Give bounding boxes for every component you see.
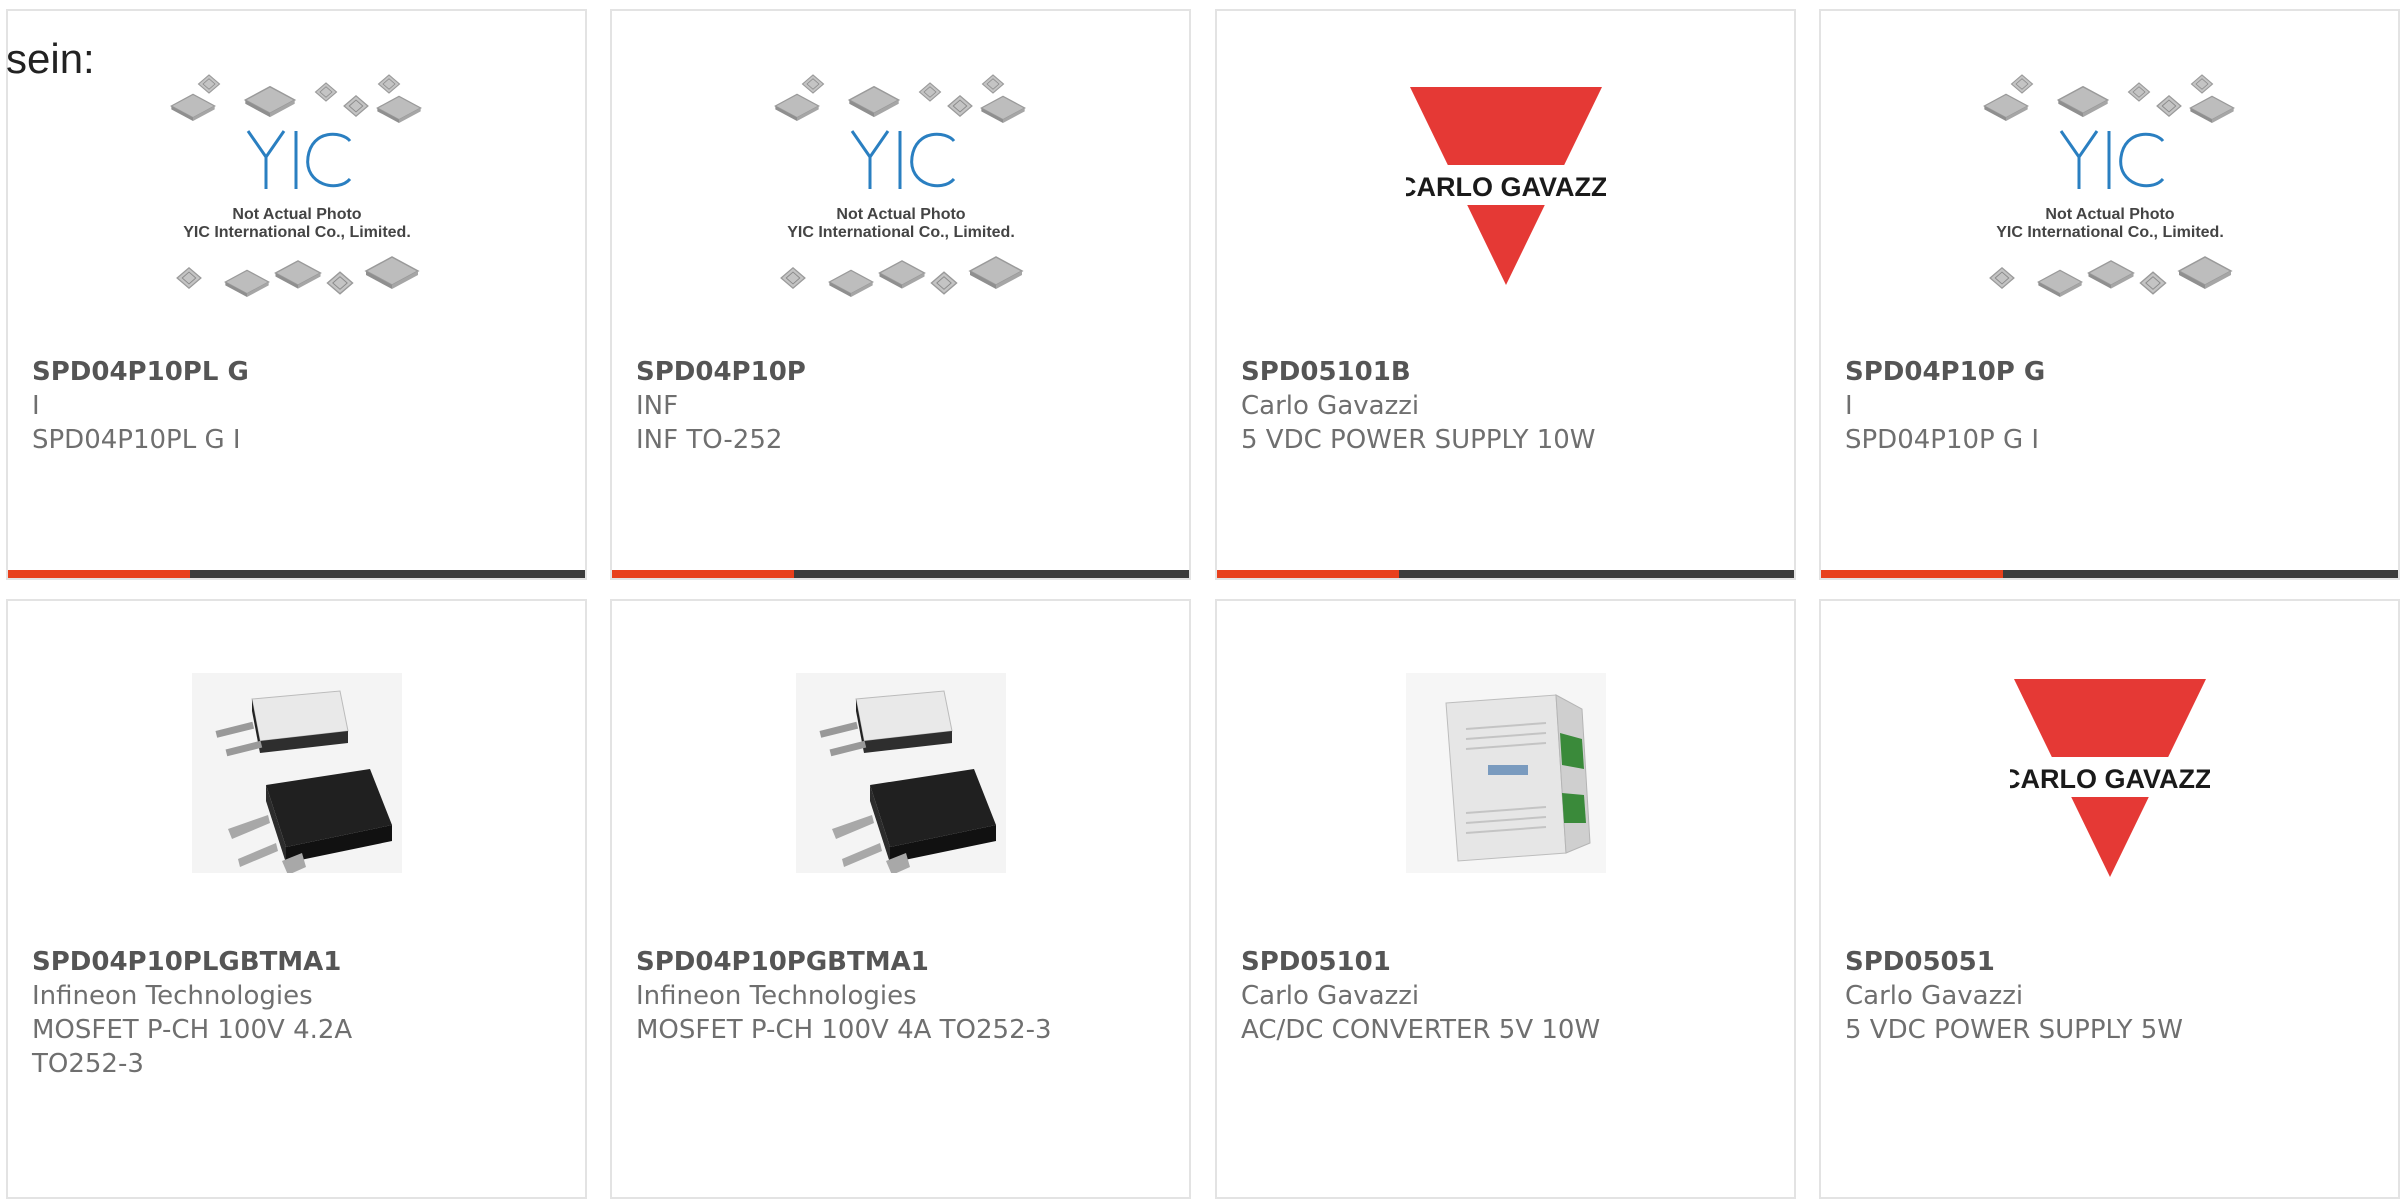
logo-caption: YIC International Co., Limited. <box>183 224 411 241</box>
yic-logo-image: Not Actual Photo YIC International Co., … <box>774 74 1025 298</box>
logo-caption: Not Actual Photo <box>2045 206 2174 223</box>
product-name[interactable]: SPD04P10P <box>636 355 1165 389</box>
product-description: INF TO-252 <box>636 425 783 455</box>
carlo-gavazzi-logo-image: CARLO GAVAZZI <box>2009 679 2210 877</box>
product-card[interactable]: SPD05101 Carlo Gavazzi AC/DC CONVERTER 5… <box>1215 599 1796 1199</box>
carlo-gavazzi-logo-image: CARLO GAVAZZI <box>1405 87 1606 285</box>
logo-wordmark: CARLO GAVAZZI <box>2010 764 2210 794</box>
product-description: MOSFET P-CH 100V 4A TO252-3 <box>636 1015 1052 1045</box>
product-card[interactable]: Not Actual Photo YIC International Co., … <box>1819 9 2400 580</box>
product-card[interactable]: SPD04P10PLGBTMA1 Infineon Technologies M… <box>6 599 587 1199</box>
product-name[interactable]: SPD05051 <box>1845 945 2374 979</box>
product-description: SPD04P10P G I <box>1845 425 2040 455</box>
to252-package-image <box>191 673 402 873</box>
product-image[interactable] <box>1217 673 1794 963</box>
intro-text: sein: <box>6 35 95 82</box>
logo-caption: YIC International Co., Limited. <box>1996 224 2224 241</box>
product-description: SPD04P10PL G I <box>32 425 241 455</box>
product-name[interactable]: SPD05101 <box>1241 945 1770 979</box>
product-description: MOSFET P-CH 100V 4.2A TO252-3 <box>32 1015 353 1079</box>
product-manufacturer: Infineon Technologies <box>32 981 313 1011</box>
product-manufacturer: Carlo Gavazzi <box>1845 981 2024 1011</box>
product-image[interactable]: Not Actual Photo YIC International Co., … <box>8 69 585 359</box>
product-image[interactable]: Not Actual Photo YIC International Co., … <box>1821 69 2398 359</box>
product-manufacturer: I <box>32 391 40 421</box>
product-manufacturer: Carlo Gavazzi <box>1241 981 1420 1011</box>
product-image[interactable] <box>8 673 585 963</box>
product-image[interactable]: CARLO GAVAZZI <box>1821 673 2398 963</box>
logo-caption: YIC International Co., Limited. <box>787 224 1015 241</box>
product-card[interactable]: CARLO GAVAZZI SPD05101B Carlo Gavazzi 5 … <box>1215 9 1796 580</box>
product-description: 5 VDC POWER SUPPLY 5W <box>1845 1015 2183 1045</box>
yic-logo-image: Not Actual Photo YIC International Co., … <box>170 74 421 298</box>
product-image[interactable]: Not Actual Photo YIC International Co., … <box>612 69 1189 359</box>
card-footer-bar <box>1821 570 2398 578</box>
product-card[interactable]: CARLO GAVAZZI SPD05051 Carlo Gavazzi 5 V… <box>1819 599 2400 1199</box>
product-image[interactable]: CARLO GAVAZZI <box>1217 81 1794 371</box>
logo-caption: Not Actual Photo <box>232 206 361 223</box>
logo-caption: Not Actual Photo <box>836 206 965 223</box>
product-card[interactable]: Not Actual Photo YIC International Co., … <box>610 9 1191 580</box>
product-manufacturer: Infineon Technologies <box>636 981 917 1011</box>
to252-package-image <box>795 673 1006 873</box>
product-name[interactable]: SPD04P10P G <box>1845 355 2374 389</box>
din-rail-power-supply-image <box>1405 673 1606 873</box>
product-name[interactable]: SPD04P10PLGBTMA1 <box>32 945 561 979</box>
product-name[interactable]: SPD04P10PL G <box>32 355 561 389</box>
product-manufacturer: INF <box>636 391 679 421</box>
logo-wordmark: CARLO GAVAZZI <box>1406 172 1606 202</box>
product-manufacturer: I <box>1845 391 1853 421</box>
card-footer-bar <box>1217 570 1794 578</box>
card-footer-bar <box>612 570 1189 578</box>
product-name[interactable]: SPD04P10PGBTMA1 <box>636 945 1165 979</box>
product-card[interactable]: Not Actual Photo YIC International Co., … <box>6 9 587 580</box>
card-footer-bar <box>8 570 585 578</box>
product-name[interactable]: SPD05101B <box>1241 355 1770 389</box>
product-card[interactable]: SPD04P10PGBTMA1 Infineon Technologies MO… <box>610 599 1191 1199</box>
product-description: 5 VDC POWER SUPPLY 10W <box>1241 425 1596 455</box>
product-image[interactable] <box>612 673 1189 963</box>
yic-logo-image: Not Actual Photo YIC International Co., … <box>1983 74 2234 298</box>
product-manufacturer: Carlo Gavazzi <box>1241 391 1420 421</box>
product-description: AC/DC CONVERTER 5V 10W <box>1241 1015 1601 1045</box>
